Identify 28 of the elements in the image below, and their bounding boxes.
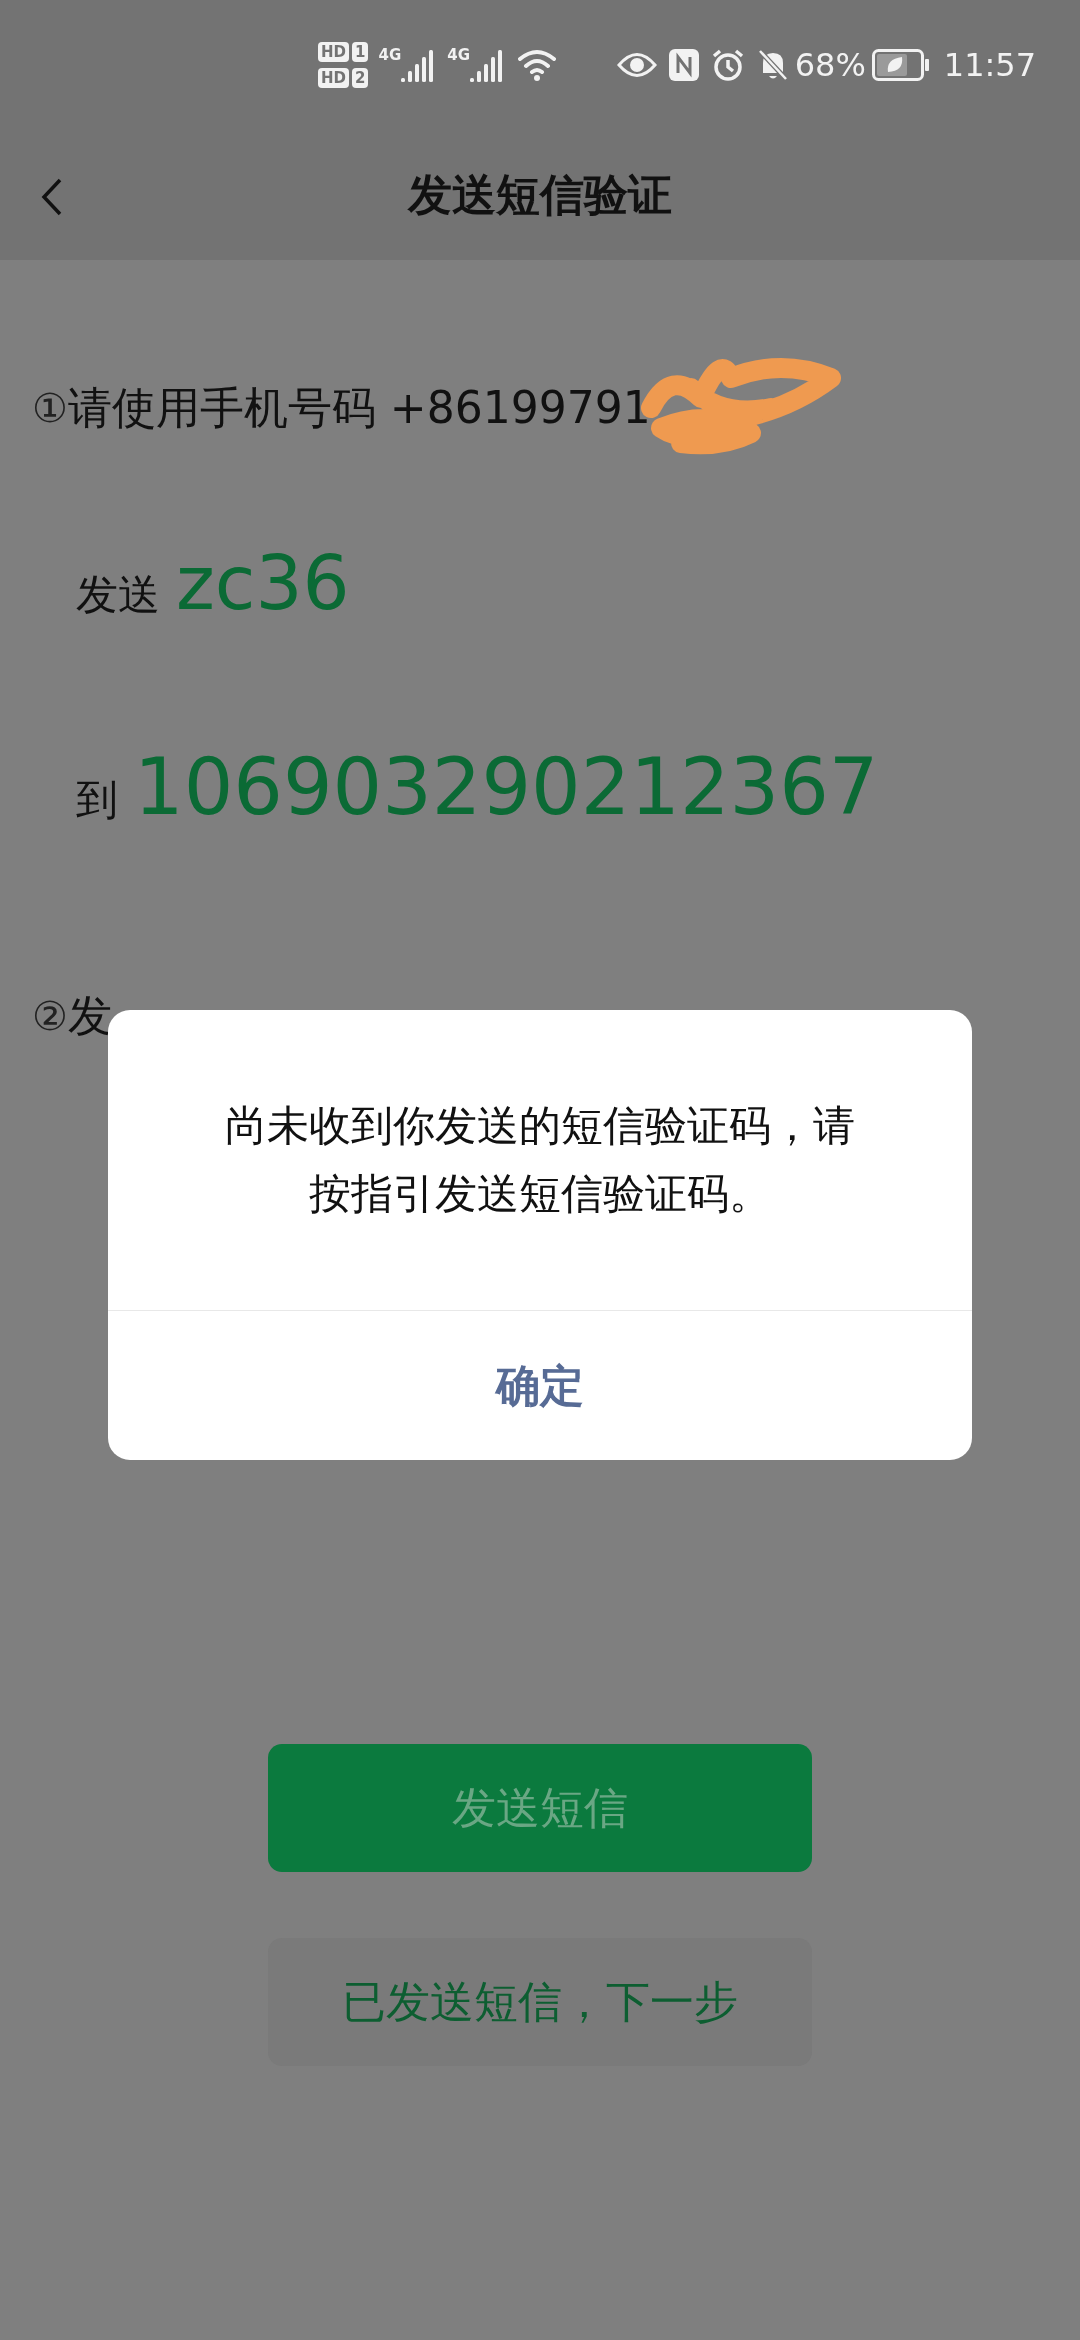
eye-icon — [616, 52, 657, 78]
hd-badge: HD — [318, 42, 349, 62]
battery-percent: 68% — [794, 45, 866, 86]
to-label: 到 — [76, 774, 118, 826]
recipient-number: 106903290212367 — [134, 741, 879, 834]
nfc-icon — [668, 49, 699, 81]
send-label: 发送 — [76, 569, 160, 621]
wifi-icon — [517, 49, 556, 81]
send-sms-button[interactable]: 发送短信 — [268, 1744, 812, 1872]
network-type: 4G — [447, 45, 470, 66]
instruction-text: 发 — [67, 989, 112, 1043]
clock-time: 11:57 — [943, 45, 1036, 86]
page-title: 发送短信验证 — [408, 168, 672, 222]
sim-slot-badge: 2 — [352, 68, 369, 88]
battery-icon — [871, 49, 930, 81]
step-number: ① — [32, 384, 68, 433]
sms-code: zc36 — [176, 539, 350, 628]
back-icon[interactable] — [40, 177, 64, 217]
sim-slot-badge: 1 — [352, 42, 369, 62]
bell-muted-icon — [756, 48, 789, 82]
network-type: 4G — [378, 45, 402, 66]
confirm-button[interactable]: 确定 — [108, 1311, 972, 1460]
next-step-button[interactable]: 已发送短信，下一步 — [268, 1938, 812, 2066]
instruction-text: 请使用手机号码 +86199791 — [67, 381, 651, 435]
alarm-icon — [710, 48, 745, 82]
step-number: ② — [32, 992, 68, 1041]
dialog-message: 尚未收到你发送的短信验证码，请按指引发送短信验证码。 — [224, 1100, 856, 1220]
hd-badge: HD — [318, 68, 349, 88]
